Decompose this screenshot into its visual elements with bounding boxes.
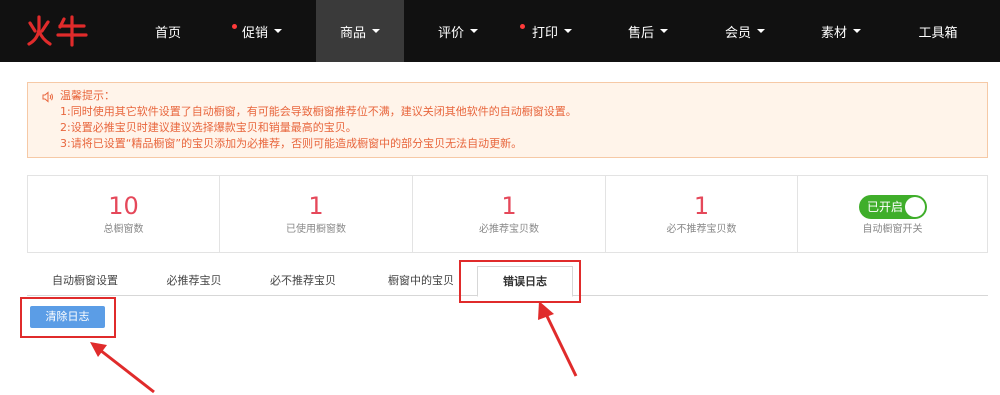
annotation-arrows <box>90 301 578 394</box>
arrow-to-clear-log <box>90 342 155 394</box>
arrow-to-error-log <box>538 301 578 377</box>
